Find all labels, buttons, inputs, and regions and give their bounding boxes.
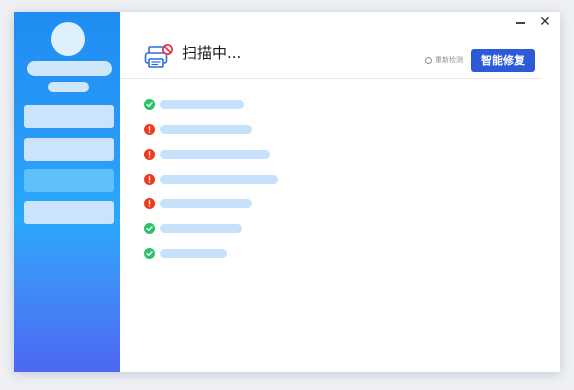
- header-divider: [120, 78, 542, 79]
- user-subtitle-placeholder: [48, 82, 89, 92]
- main-content: ✕ 扫描中... 重新检测 智能修复: [120, 12, 560, 372]
- scan-item-placeholder: [160, 224, 242, 233]
- smart-repair-button[interactable]: 智能修复: [471, 49, 535, 72]
- error-icon: [144, 198, 155, 209]
- error-icon: [144, 149, 155, 160]
- close-button[interactable]: ✕: [537, 14, 553, 30]
- error-icon: [144, 174, 155, 185]
- avatar: [51, 22, 85, 56]
- username-placeholder: [27, 61, 112, 76]
- scan-item-placeholder: [160, 150, 270, 159]
- check-circle-icon: [144, 248, 155, 259]
- error-icon: [144, 124, 155, 135]
- check-circle-icon: [144, 223, 155, 234]
- sidebar-item-2[interactable]: [24, 138, 114, 161]
- scan-item-placeholder: [160, 175, 278, 184]
- check-circle-icon: [144, 99, 155, 110]
- sidebar-item-1[interactable]: [24, 105, 114, 128]
- refresh-icon: [425, 56, 432, 64]
- scan-item-placeholder: [160, 199, 252, 208]
- rescan-link[interactable]: 重新检测: [425, 54, 463, 66]
- rescan-label: 重新检测: [435, 56, 463, 64]
- page-title: 扫描中...: [182, 44, 242, 62]
- scan-item-placeholder: [160, 249, 227, 258]
- printer-icon: [144, 44, 173, 68]
- sidebar-item-4[interactable]: [24, 201, 114, 224]
- minimize-button[interactable]: [513, 14, 529, 30]
- scan-item-placeholder: [160, 100, 244, 109]
- scan-item-placeholder: [160, 125, 252, 134]
- app-window: ✕ 扫描中... 重新检测 智能修复: [14, 12, 560, 372]
- sidebar-item-3[interactable]: [24, 169, 114, 192]
- sidebar: [14, 12, 120, 372]
